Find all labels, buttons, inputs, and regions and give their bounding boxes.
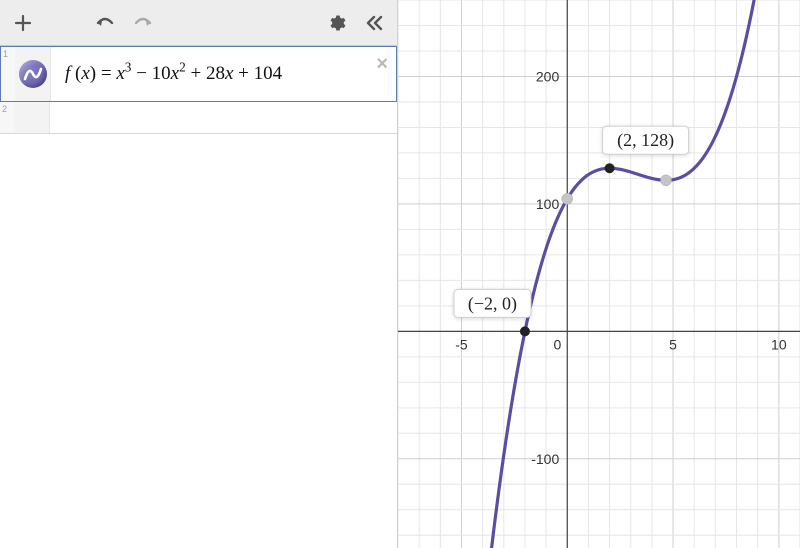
curve-icon [19,60,47,88]
settings-button[interactable] [319,6,353,40]
expression-panel: 1 f (x) = x3 − 10x2 + 28x + 104 × 2 [0,0,398,548]
redo-button[interactable] [126,6,160,40]
expression-list: 1 f (x) = x3 − 10x2 + 28x + 104 × 2 [0,46,397,548]
svg-text:(2, 128): (2, 128) [617,130,674,151]
svg-text:10: 10 [771,336,787,352]
svg-text:100: 100 [536,196,560,212]
graph-canvas[interactable]: -5 0 5 10 -100 100 200 (−2, 0) (2, 128) [398,0,800,548]
undo-icon [94,14,116,32]
chevron-double-left-icon [364,13,384,33]
svg-text:5: 5 [669,336,677,352]
expression-input[interactable] [50,102,397,133]
expression-input[interactable]: f (x) = x3 − 10x2 + 28x + 104 × [51,47,396,101]
undo-button[interactable] [88,6,122,40]
svg-text:-100: -100 [531,451,559,467]
toolbar [0,0,397,46]
plus-icon [14,14,32,32]
row-color-icon[interactable] [14,102,50,133]
redo-icon [132,14,154,32]
expression-row[interactable]: 2 [0,102,397,134]
gear-icon [326,13,346,33]
collapse-button[interactable] [357,6,391,40]
graph-panel[interactable]: -5 0 5 10 -100 100 200 (−2, 0) (2, 128) [398,0,800,548]
app-root: 1 f (x) = x3 − 10x2 + 28x + 104 × 2 -5 0 5… [0,0,800,548]
svg-text:-5: -5 [455,336,468,352]
svg-text:(−2, 0): (−2, 0) [468,293,517,314]
delete-row-button[interactable]: × [376,53,388,76]
svg-text:0: 0 [553,336,561,352]
svg-text:200: 200 [536,68,560,84]
row-index: 1 [1,47,15,101]
expression-formula: f (x) = x3 − 10x2 + 28x + 104 [65,63,282,85]
add-button[interactable] [6,6,40,40]
row-index: 2 [0,102,14,133]
expression-row[interactable]: 1 f (x) = x3 − 10x2 + 28x + 104 × [0,46,397,102]
row-color-icon[interactable] [15,47,51,101]
